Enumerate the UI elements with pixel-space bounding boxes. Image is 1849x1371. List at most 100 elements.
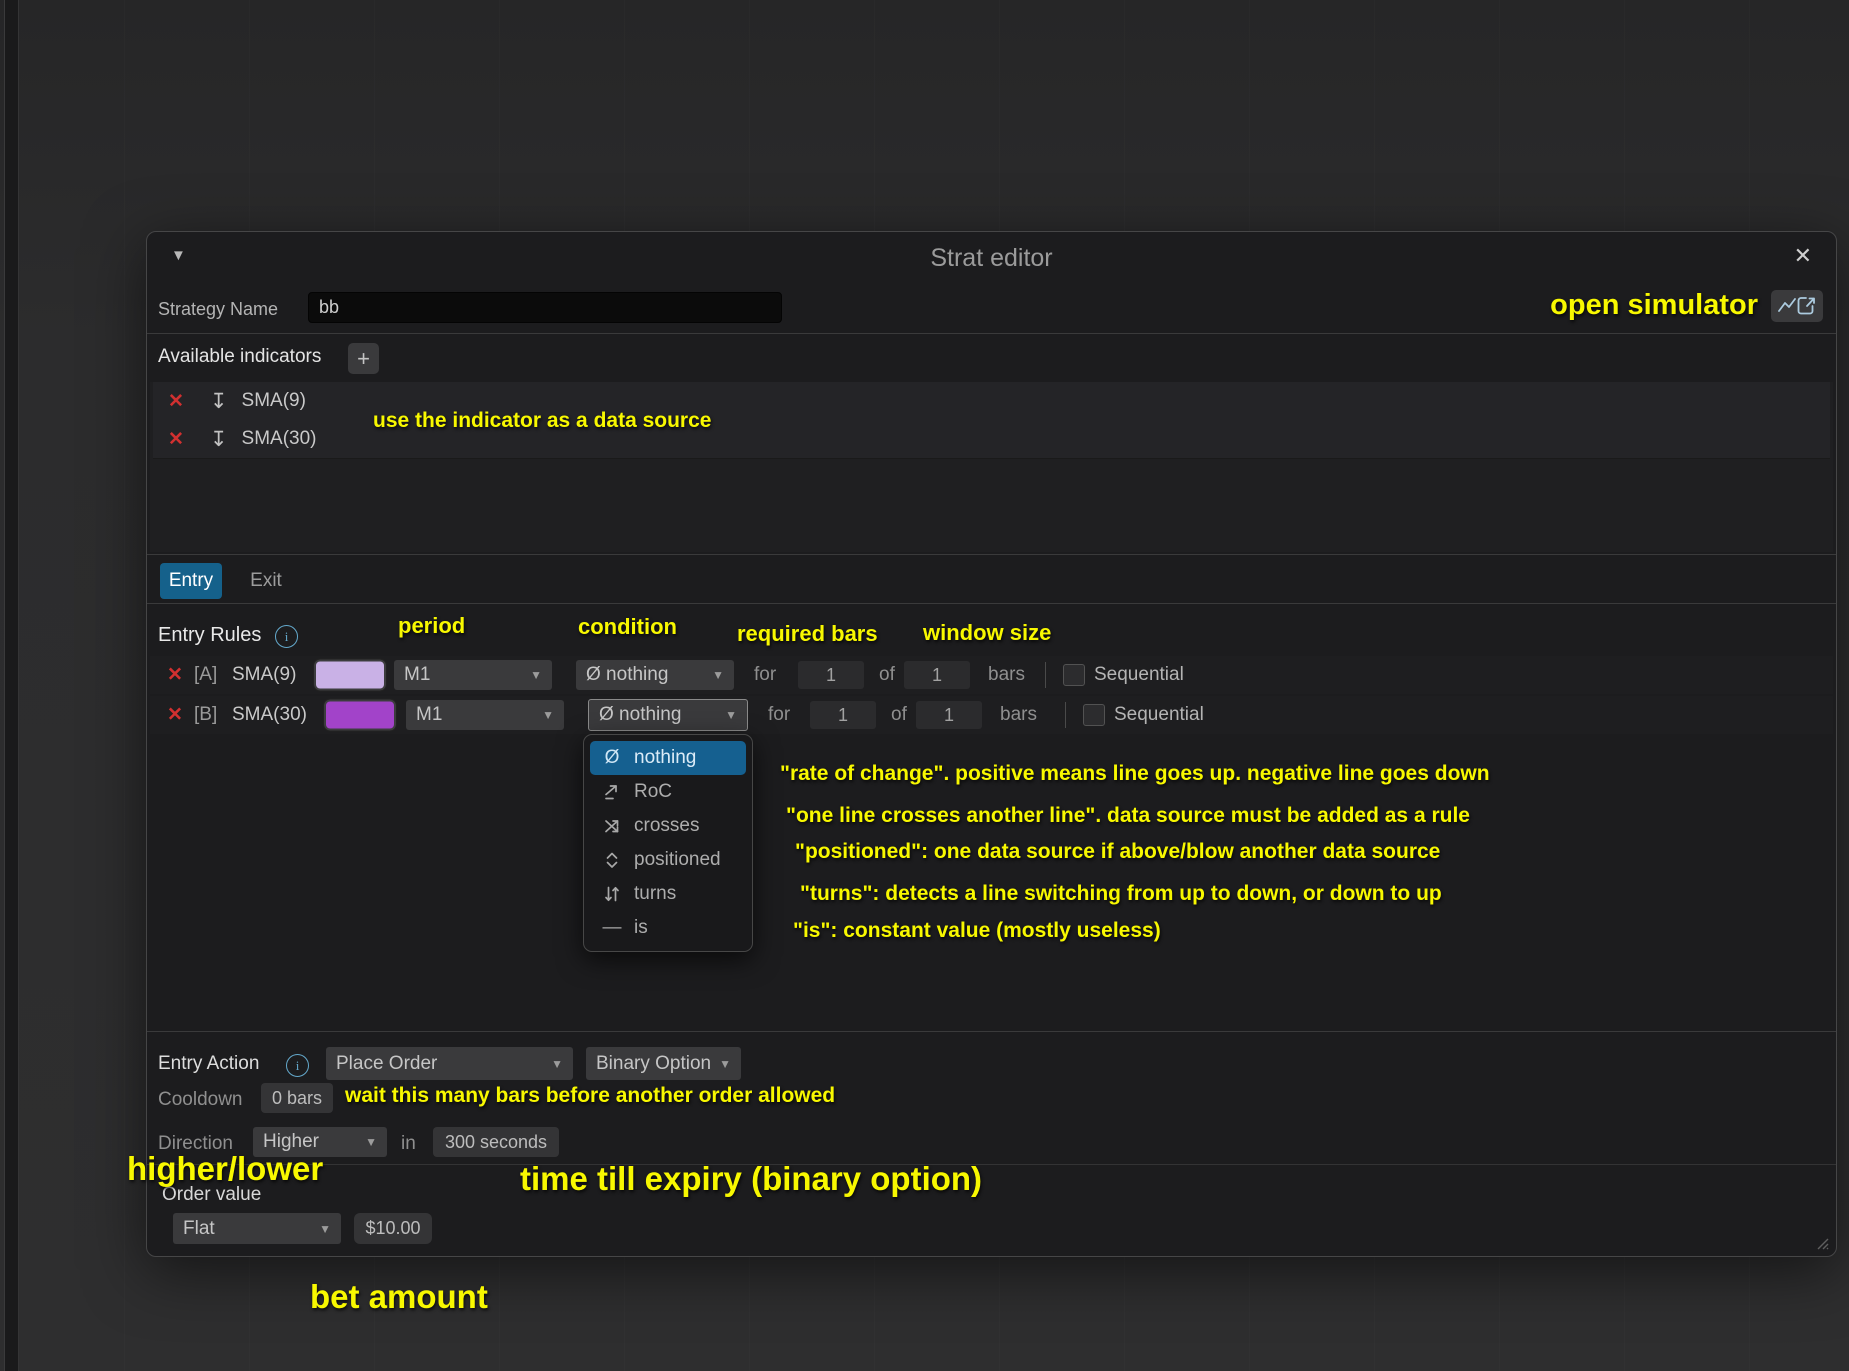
strategy-name-input[interactable] (308, 292, 782, 323)
for-label: for (754, 664, 776, 686)
entry-action-info-icon[interactable]: i (286, 1054, 309, 1077)
required-bars-input[interactable]: 1 (810, 701, 876, 729)
annotation-window-size: window size (923, 620, 1051, 646)
annotation-crosses: "one line crosses another line". data so… (786, 804, 1470, 828)
annotation-positioned: "positioned": one data source if above/b… (795, 840, 1440, 864)
tab-entry[interactable]: Entry (160, 563, 222, 599)
bars-label: bars (1000, 704, 1037, 726)
annotation-turns: "turns": detects a line switching from u… (800, 882, 1442, 906)
menu-item-nothing[interactable]: Ø nothing (590, 741, 746, 775)
rule-color-swatch[interactable] (324, 700, 396, 731)
close-icon[interactable]: ✕ (1794, 243, 1812, 269)
menu-item-label: RoC (634, 781, 672, 803)
order-type-dropdown[interactable]: Binary Option ▼ (586, 1047, 741, 1080)
chevron-down-icon: ▼ (719, 1057, 731, 1071)
order-amount-input[interactable]: $10.00 (354, 1213, 432, 1244)
open-simulator-annotation: open simulator (1550, 289, 1758, 322)
rule-source-name: SMA(30) (232, 704, 307, 726)
available-indicators-header: Available indicators (158, 346, 321, 368)
divider (147, 1031, 1836, 1032)
menu-item-label: turns (634, 883, 676, 905)
use-as-source-icon[interactable]: ↧ (210, 389, 228, 414)
open-simulator-button[interactable] (1771, 290, 1823, 322)
nothing-icon: Ø (600, 747, 624, 769)
condition-dropdown[interactable]: Ø nothing ▼ (576, 660, 734, 690)
window-size-input[interactable]: 1 (904, 661, 970, 689)
condition-dropdown-open[interactable]: Ø nothing ▼ (588, 699, 748, 731)
divider (147, 1164, 1836, 1165)
remove-indicator-icon[interactable]: ✕ (168, 390, 184, 413)
action-type-value: Place Order (336, 1053, 437, 1075)
annotation-roc: "rate of change". positive means line go… (780, 762, 1490, 786)
window-size-input[interactable]: 1 (916, 701, 982, 729)
sequential-label: Sequential (1114, 704, 1204, 726)
cooldown-input[interactable]: 0 bars (261, 1083, 333, 1113)
annotation-is: "is": constant value (mostly useless) (793, 919, 1161, 943)
turns-icon (600, 884, 624, 904)
menu-item-label: nothing (634, 747, 696, 769)
entry-rules-info-icon[interactable]: i (275, 625, 298, 648)
window-title: Strat editor (147, 244, 1836, 273)
menu-item-positioned[interactable]: positioned (590, 843, 746, 877)
menu-item-turns[interactable]: turns (590, 877, 746, 911)
strategy-name-label: Strategy Name (158, 299, 278, 320)
indicator-name: SMA(30) (242, 428, 317, 450)
period-dropdown[interactable]: M1 ▼ (394, 660, 552, 690)
rule-id: [B] (194, 704, 217, 726)
bars-label: bars (988, 664, 1025, 686)
rule-row-a: ✕ [A] SMA(9) M1 ▼ Ø nothing ▼ for 1 of 1… (150, 656, 1833, 694)
of-label: of (891, 704, 907, 726)
desktop-background: ▼ Strat editor ✕ Strategy Name open simu… (0, 0, 1849, 1371)
divider (147, 554, 1836, 555)
tab-exit[interactable]: Exit (239, 563, 293, 599)
positioned-icon (600, 850, 624, 870)
remove-rule-icon[interactable]: ✕ (167, 664, 183, 687)
rule-color-swatch[interactable] (314, 660, 386, 691)
chevron-down-icon: ▼ (530, 668, 542, 682)
annotation-condition: condition (578, 614, 677, 640)
remove-rule-icon[interactable]: ✕ (167, 704, 183, 727)
menu-item-crosses[interactable]: crosses (590, 809, 746, 843)
rule-row-b: ✕ [B] SMA(30) M1 ▼ Ø nothing ▼ for 1 of … (150, 696, 1833, 734)
sequential-label: Sequential (1094, 664, 1184, 686)
condition-value: Ø nothing (599, 704, 681, 726)
resize-grip-icon[interactable] (1809, 1230, 1831, 1252)
menu-item-is[interactable]: — is (590, 911, 746, 945)
order-value-mode: Flat (183, 1218, 215, 1240)
annotation-required-bars: required bars (737, 621, 878, 647)
annotation-higher-lower: higher/lower (127, 1150, 323, 1188)
chevron-down-icon: ▼ (551, 1057, 563, 1071)
condition-value: Ø nothing (586, 664, 668, 686)
use-as-source-icon[interactable]: ↧ (210, 427, 228, 452)
chart-external-link-icon (1777, 295, 1817, 317)
chevron-down-icon: ▼ (725, 708, 737, 722)
add-indicator-button[interactable]: + (348, 343, 379, 374)
rule-id: [A] (194, 664, 217, 686)
expiry-input[interactable]: 300 seconds (433, 1127, 559, 1157)
order-type-value: Binary Option (596, 1053, 711, 1075)
required-bars-input[interactable]: 1 (798, 661, 864, 689)
period-value: M1 (404, 664, 430, 686)
background-left-strip (4, 0, 19, 1371)
entry-action-label: Entry Action (158, 1053, 259, 1075)
divider (147, 603, 1836, 604)
remove-indicator-icon[interactable]: ✕ (168, 428, 184, 451)
period-dropdown[interactable]: M1 ▼ (406, 700, 564, 730)
order-value-mode-dropdown[interactable]: Flat ▼ (173, 1213, 341, 1244)
crosses-icon (600, 816, 624, 836)
sequential-checkbox[interactable] (1063, 664, 1085, 686)
of-label: of (879, 664, 895, 686)
chevron-down-icon: ▼ (365, 1135, 377, 1149)
roc-icon (600, 782, 624, 802)
action-type-dropdown[interactable]: Place Order ▼ (326, 1047, 573, 1080)
menu-item-roc[interactable]: RoC (590, 775, 746, 809)
cooldown-label: Cooldown (158, 1089, 243, 1111)
separator (1065, 702, 1066, 728)
menu-item-label: crosses (634, 815, 699, 837)
in-label: in (401, 1133, 416, 1155)
menu-item-label: positioned (634, 849, 721, 871)
sequential-checkbox[interactable] (1083, 704, 1105, 726)
indicator-name: SMA(9) (242, 390, 306, 412)
is-icon: — (600, 917, 624, 939)
indicator-list-panel: ✕ ↧ SMA(9) ✕ ↧ SMA(30) (150, 382, 1833, 552)
